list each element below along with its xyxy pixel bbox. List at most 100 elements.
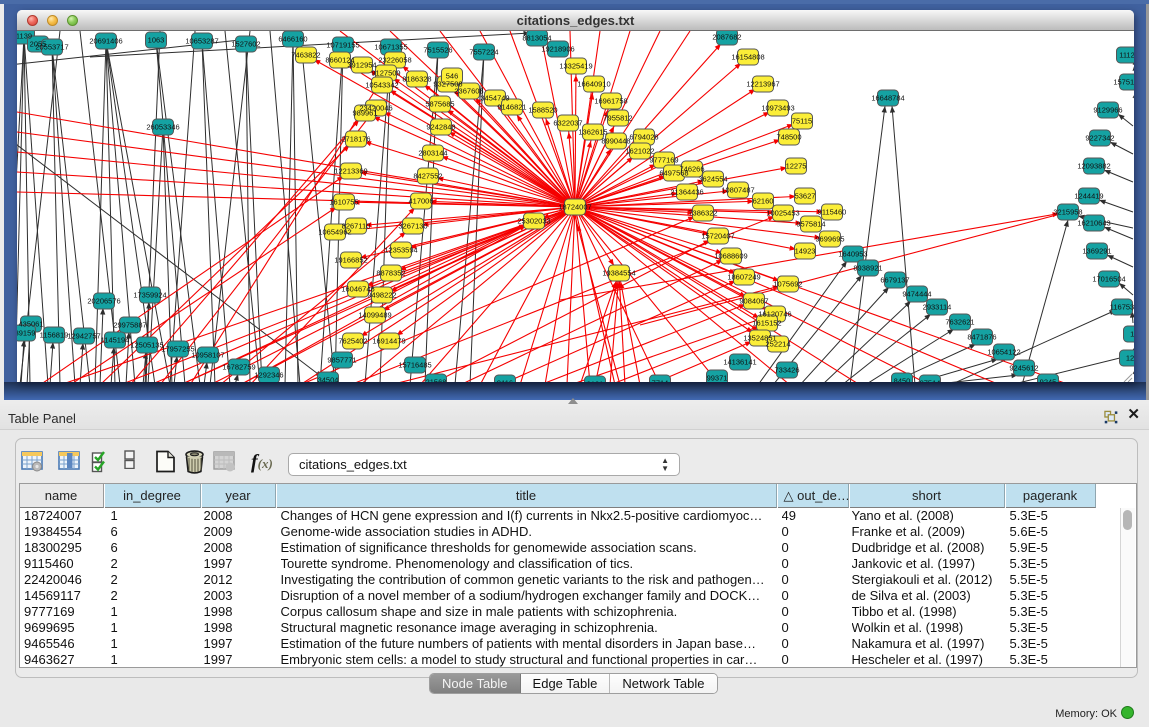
svg-text:21364436: 21364436 — [670, 188, 703, 197]
svg-text:2718176: 2718176 — [341, 135, 370, 144]
svg-text:12505135: 12505135 — [130, 341, 163, 350]
svg-text:746266: 746266 — [679, 165, 704, 174]
svg-text:3215958: 3215958 — [1053, 208, 1082, 217]
svg-text:9699695: 9699695 — [815, 235, 844, 244]
svg-text:11: 11 — [1130, 330, 1134, 339]
svg-text:1621022: 1621022 — [625, 147, 654, 156]
svg-text:3267130: 3267130 — [398, 222, 427, 231]
svg-text:1640953: 1640953 — [838, 250, 867, 259]
svg-text:23226058: 23226058 — [378, 56, 411, 65]
svg-text:18607249: 18607249 — [727, 273, 760, 282]
svg-text:17957255: 17957255 — [161, 345, 194, 354]
svg-text:9857771: 9857771 — [327, 356, 356, 365]
svg-text:16210643: 16210643 — [1077, 219, 1110, 228]
svg-text:7515526: 7515526 — [423, 46, 452, 55]
svg-text:10719155: 10719155 — [326, 41, 359, 50]
svg-text:99371: 99371 — [707, 374, 728, 383]
svg-text:34504: 34504 — [318, 376, 339, 383]
svg-text:733426: 733426 — [774, 366, 799, 375]
svg-text:6466160: 6466160 — [278, 35, 307, 44]
svg-text:12942757: 12942757 — [67, 332, 100, 341]
svg-text:20691406: 20691406 — [89, 37, 122, 46]
svg-text:1145194: 1145194 — [101, 336, 130, 345]
svg-text:8186328: 8186328 — [402, 75, 431, 84]
svg-text:1075692: 1075692 — [773, 280, 802, 289]
svg-text:8267110: 8267110 — [342, 222, 371, 231]
svg-text:9084067: 9084067 — [739, 297, 768, 306]
svg-text:15716485: 15716485 — [398, 361, 431, 370]
svg-text:7463822: 7463822 — [291, 51, 320, 60]
svg-text:12213369: 12213369 — [334, 167, 367, 176]
svg-text:12353594: 12353594 — [384, 246, 417, 255]
svg-text:62160: 62160 — [753, 197, 774, 206]
svg-text:252214: 252214 — [765, 340, 790, 349]
svg-text:8990448: 8990448 — [601, 137, 630, 146]
svg-text:16961758: 16961758 — [594, 97, 627, 106]
svg-text:10025453: 10025453 — [766, 209, 799, 218]
svg-text:546: 546 — [446, 72, 459, 81]
svg-text:8121: 8121 — [587, 380, 604, 383]
svg-text:8938921: 8938921 — [853, 264, 882, 273]
svg-text:7632621: 7632621 — [945, 318, 974, 327]
svg-text:19384554: 19384554 — [602, 269, 635, 278]
svg-text:10688609: 10688609 — [714, 252, 747, 261]
svg-text:8427552: 8427552 — [413, 172, 442, 181]
svg-text:1112: 1112 — [1119, 51, 1134, 60]
svg-text:9245: 9245 — [1040, 378, 1057, 383]
svg-text:26053346: 26053346 — [146, 123, 179, 132]
svg-text:8813054: 8813054 — [522, 34, 551, 43]
svg-text:18724007: 18724007 — [558, 203, 591, 212]
svg-text:10807487: 10807487 — [721, 186, 754, 195]
svg-text:12093882: 12093882 — [1077, 162, 1110, 171]
svg-text:16914479: 16914479 — [372, 337, 405, 346]
svg-text:1063: 1063 — [148, 36, 165, 45]
svg-text:13325419: 13325419 — [559, 62, 592, 71]
svg-text:6794028: 6794028 — [629, 133, 658, 142]
svg-text:9575814: 9575814 — [796, 220, 825, 229]
svg-text:16120746: 16120746 — [758, 310, 791, 319]
svg-text:116753: 116753 — [1110, 303, 1134, 312]
svg-text:2933114: 2933114 — [923, 303, 952, 312]
svg-text:7557224: 7557224 — [469, 48, 498, 57]
svg-text:1292346: 1292346 — [254, 371, 283, 380]
svg-text:14099489: 14099489 — [358, 311, 391, 320]
svg-text:10958107: 10958107 — [191, 351, 224, 360]
svg-text:3624554: 3624554 — [698, 175, 727, 184]
svg-text:6679137: 6679137 — [880, 276, 909, 285]
svg-text:5875685: 5875685 — [425, 100, 454, 109]
svg-text:15751074: 15751074 — [1113, 78, 1134, 87]
svg-text:10973493: 10973493 — [761, 104, 794, 113]
svg-text:7386322: 7386322 — [688, 209, 717, 218]
svg-text:21568: 21568 — [426, 378, 447, 383]
svg-text:2367608: 2367608 — [454, 87, 483, 96]
svg-text:97514: 97514 — [920, 379, 941, 383]
svg-text:12275: 12275 — [786, 162, 807, 171]
svg-text:1588520: 1588520 — [528, 106, 557, 115]
svg-text:989961: 989961 — [352, 109, 377, 118]
svg-text:9498222: 9498222 — [367, 291, 396, 300]
svg-text:7714: 7714 — [652, 379, 669, 383]
svg-text:16648784: 16648784 — [871, 94, 904, 103]
svg-text:1156819: 1156819 — [40, 331, 69, 340]
svg-text:20206576: 20206576 — [87, 297, 120, 306]
svg-text:19218906: 19218906 — [541, 45, 574, 54]
svg-text:9116: 9116 — [497, 379, 513, 383]
svg-text:6322037: 6322037 — [553, 119, 582, 128]
svg-text:75115: 75115 — [792, 117, 812, 126]
svg-text:3454749: 3454749 — [480, 94, 509, 103]
svg-text:10543342: 10543342 — [365, 81, 398, 90]
svg-text:7955812: 7955812 — [603, 114, 632, 123]
svg-text:12213967: 12213967 — [746, 80, 779, 89]
svg-text:2087682: 2087682 — [712, 33, 741, 42]
svg-text:9227342: 9227342 — [1085, 134, 1114, 143]
svg-text:1615152: 1615152 — [752, 319, 781, 328]
svg-text:16154808: 16154808 — [731, 53, 764, 62]
svg-text:1610755: 1610755 — [329, 198, 358, 207]
svg-text:9777169: 9777169 — [649, 156, 678, 165]
svg-text:9245612: 9245612 — [1009, 364, 1038, 373]
svg-text:9115460: 9115460 — [818, 208, 847, 217]
svg-text:9129966: 9129966 — [1093, 106, 1122, 115]
svg-text:16640910: 16640910 — [577, 80, 610, 89]
svg-text:9474444: 9474444 — [902, 290, 931, 299]
svg-text:7625402: 7625402 — [338, 337, 367, 346]
